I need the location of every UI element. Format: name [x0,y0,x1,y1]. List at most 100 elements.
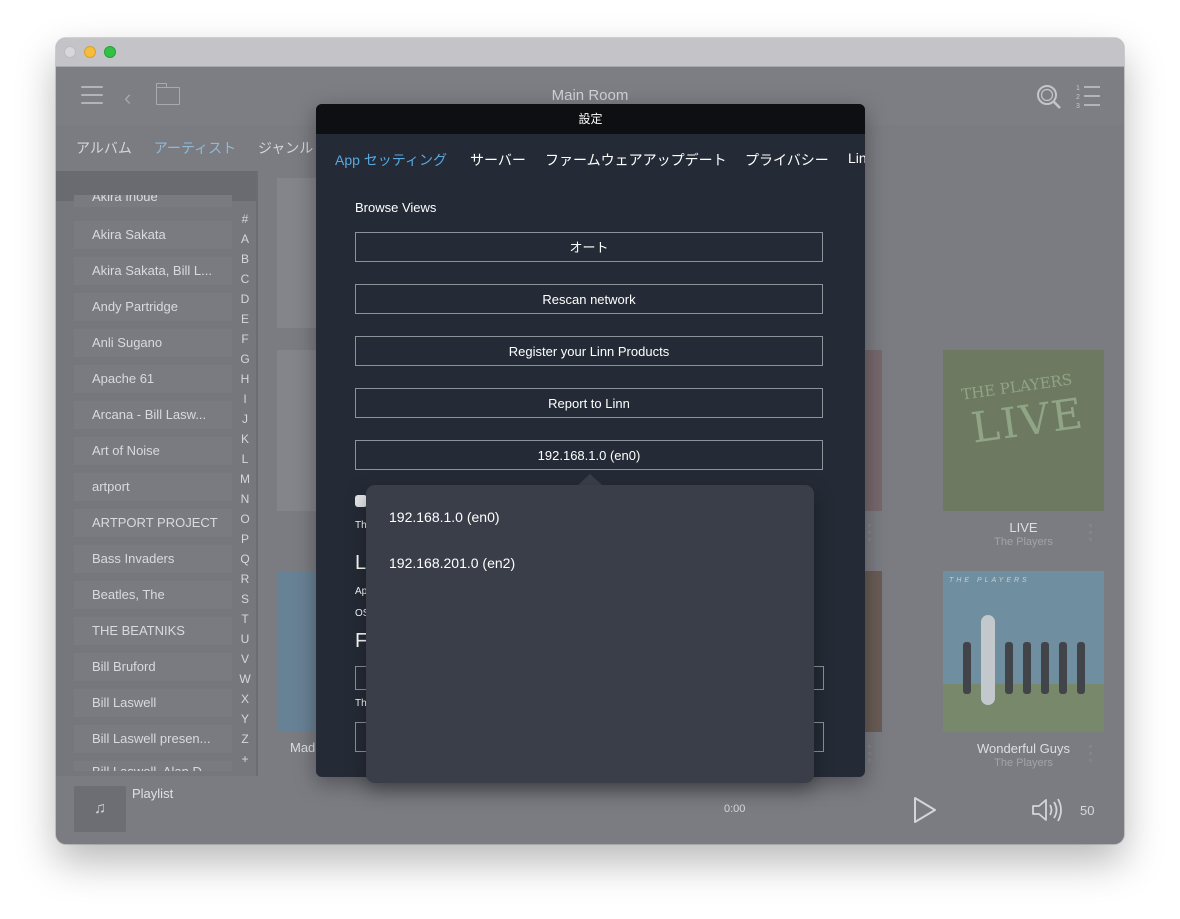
artist-list-item[interactable]: artport [74,473,232,501]
artist-list-item[interactable]: Bill Bruford [74,653,232,681]
description-text: Th [355,520,367,531]
tab-firmware-update[interactable]: ファームウェアアップデート [545,150,727,170]
artist-list-item[interactable]: THE BEATNIKS [74,617,232,645]
network-interface-select[interactable]: 192.168.1.0 (en0) [355,440,823,470]
minimize-window-button[interactable] [84,46,96,58]
index-letter[interactable]: W [238,669,252,689]
volume-icon[interactable] [1030,796,1064,824]
artist-list-item[interactable]: Akira Sakata, Bill L... [74,257,232,285]
section-heading: L [355,552,367,574]
settings-tabs: App セッティング サーバー ファームウェアアップデート プライバシー Lin [316,134,865,184]
index-letter[interactable]: X [238,689,252,709]
play-icon[interactable] [912,796,938,824]
volume-level: 50 [1080,803,1095,818]
svg-text:3: 3 [1076,103,1080,110]
album-title[interactable]: Mad [290,740,315,755]
dialog-title: 設定 [316,104,865,134]
index-letter[interactable]: T [238,609,252,629]
album-artist[interactable]: The Players [943,757,1104,769]
index-letter[interactable]: E [238,309,252,329]
browse-views-label: Browse Views [355,200,437,215]
tab-albums[interactable]: アルバム [76,140,132,156]
index-letter[interactable]: V [238,649,252,669]
artist-list-item[interactable]: Bill Laswell presen... [74,725,232,753]
artist-list-item[interactable]: Apache 61 [74,365,232,393]
alphabet-index: # A B C D E F G H I J K L M N O P Q R S T U V W X Y Z + [238,209,252,769]
tab-app-settings[interactable]: App セッティング [335,150,447,170]
more-icon[interactable]: ▫ ▫ ▫ [868,522,873,544]
playlist-label[interactable]: Playlist [132,786,173,801]
network-option[interactable]: 192.168.1.0 (en0) [389,509,500,525]
artist-list-item[interactable]: Akira Inoue [74,195,232,207]
divider [256,171,258,844]
register-products-button[interactable]: Register your Linn Products [355,336,823,366]
network-option[interactable]: 192.168.201.0 (en2) [389,555,515,571]
index-letter[interactable]: + [238,749,252,769]
music-note-icon[interactable]: ♫ [74,786,126,832]
search-icon[interactable] [1036,84,1062,110]
album-cover-live[interactable]: THE PLAYERS LIVE [943,350,1104,511]
artist-list-item[interactable]: Art of Noise [74,437,232,465]
tab-artists[interactable]: アーティスト [154,140,236,156]
album-title[interactable]: LIVE [943,520,1104,535]
album-cover[interactable] [277,571,317,732]
tab-genres[interactable]: ジャンル [258,140,313,156]
tab-server[interactable]: サーバー [470,150,526,170]
artist-list-item[interactable]: Beatles, The [74,581,232,609]
tab-privacy[interactable]: プライバシー [745,150,829,170]
artist-list-item[interactable]: ARTPORT PROJECT [74,509,232,537]
index-letter[interactable]: A [238,229,252,249]
artist-list-item[interactable]: Akira Sakata [74,221,232,249]
index-letter[interactable]: L [238,449,252,469]
album-cover-placeholder[interactable] [277,350,317,511]
index-letter[interactable]: P [238,529,252,549]
album-cover-wonderful-guys[interactable]: THE PLAYERS [943,571,1104,732]
playback-time: 0:00 [724,803,746,815]
rescan-network-button[interactable]: Rescan network [355,284,823,314]
index-letter[interactable]: G [238,349,252,369]
index-letter[interactable]: M [238,469,252,489]
svg-text:1: 1 [1076,85,1080,92]
album-artist[interactable]: The Players [943,536,1104,548]
index-letter[interactable]: R [238,569,252,589]
index-letter[interactable]: Q [238,549,252,569]
auto-button[interactable]: オート [355,232,823,262]
more-icon[interactable]: ▫ ▫ ▫ [868,743,873,765]
popover-arrow [578,474,602,485]
title-bar [56,38,1124,67]
index-letter[interactable]: D [238,289,252,309]
index-letter[interactable]: Y [238,709,252,729]
index-letter[interactable]: U [238,629,252,649]
zoom-window-button[interactable] [104,46,116,58]
index-letter[interactable]: K [238,429,252,449]
more-icon[interactable]: ▫ ▫ ▫ [1089,743,1094,765]
artist-list-item[interactable]: Anli Sugano [74,329,232,357]
description-text: Th [355,698,367,709]
index-letter[interactable]: F [238,329,252,349]
index-letter[interactable]: # [238,209,252,229]
artist-list-item[interactable]: Bill Laswell [74,689,232,717]
index-letter[interactable]: H [238,369,252,389]
artist-list-item[interactable]: Bass Invaders [74,545,232,573]
index-letter[interactable]: Z [238,729,252,749]
index-letter[interactable]: C [238,269,252,289]
report-to-linn-button[interactable]: Report to Linn [355,388,823,418]
index-letter[interactable]: S [238,589,252,609]
index-letter[interactable]: N [238,489,252,509]
room-title[interactable]: Main Room [56,87,1124,104]
cover-band-text: THE PLAYERS [949,577,1030,584]
artist-list-item[interactable]: Andy Partridge [74,293,232,321]
player-bar: ♫ Playlist 0:00 50 [56,776,1124,844]
album-cover-placeholder[interactable] [277,178,317,328]
index-letter[interactable]: I [238,389,252,409]
close-window-button[interactable] [64,46,76,58]
index-letter[interactable]: J [238,409,252,429]
index-letter[interactable]: O [238,509,252,529]
index-letter[interactable]: B [238,249,252,269]
artist-list-item[interactable]: Bill Laswell, Alan D... [74,761,232,771]
artist-list-item[interactable]: Arcana - Bill Lasw... [74,401,232,429]
more-icon[interactable]: ▫ ▫ ▫ [1089,522,1094,544]
tab-linn[interactable]: Lin [848,150,865,166]
album-title[interactable]: Wonderful Guys [943,741,1104,756]
queue-list-icon[interactable]: 1 2 3 [1076,83,1102,111]
